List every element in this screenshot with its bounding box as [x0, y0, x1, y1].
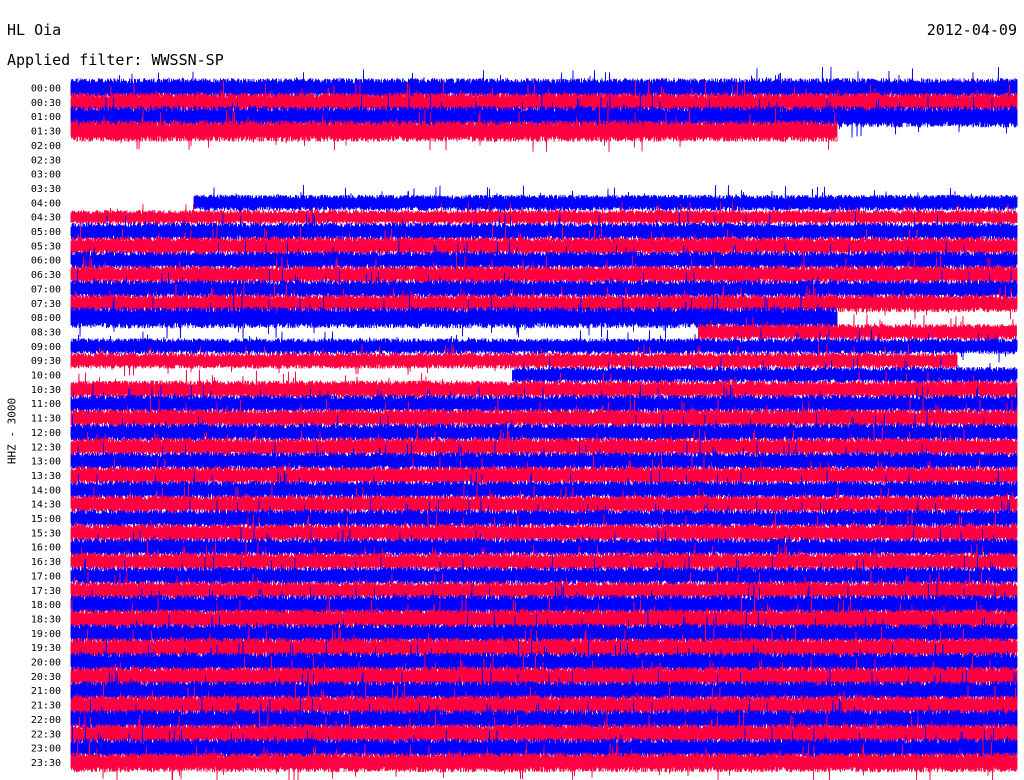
row-label: 02:30 [31, 155, 61, 166]
row-label: 05:30 [31, 241, 61, 252]
row-label: 05:00 [31, 227, 61, 238]
row-label: 13:00 [31, 457, 61, 468]
row-label: 23:30 [31, 758, 61, 769]
row-label: 02:00 [31, 141, 61, 152]
row-label: 06:00 [31, 256, 61, 267]
row-label: 12:00 [31, 428, 61, 439]
row-label: 04:30 [31, 213, 61, 224]
row-label: 21:00 [31, 686, 61, 697]
row-label: 22:30 [31, 729, 61, 740]
row-label: 00:30 [31, 98, 61, 109]
traces [70, 66, 1018, 780]
row-label: 19:30 [31, 643, 61, 654]
row-label: 07:00 [31, 284, 61, 295]
row-label: 10:00 [31, 371, 61, 382]
row-label: 14:00 [31, 485, 61, 496]
row-label: 19:00 [31, 629, 61, 640]
row-label: 01:30 [31, 127, 61, 138]
row-label: 10:30 [31, 385, 61, 396]
row-label: 18:30 [31, 614, 61, 625]
row-label: 17:00 [31, 571, 61, 582]
row-label: 21:30 [31, 701, 61, 712]
row-label: 15:30 [31, 528, 61, 539]
row-label: 08:30 [31, 327, 61, 338]
row-label: 03:00 [31, 170, 61, 181]
row-label: 11:30 [31, 414, 61, 425]
row-label: 23:00 [31, 744, 61, 755]
helicorder-chart: 00:00 00:30 01:00 01:30 02:00 02:30 03:00 03:30… [31, 66, 1018, 780]
row-label: 20:30 [31, 672, 61, 683]
row-label: 00:00 [31, 84, 61, 95]
row-label: 13:30 [31, 471, 61, 482]
row-label: 18:00 [31, 600, 61, 611]
row-label: 11:00 [31, 399, 61, 410]
row-label: 20:00 [31, 658, 61, 669]
row-label: 15:00 [31, 514, 61, 525]
row-label: 16:00 [31, 543, 61, 554]
row-label: 01:00 [31, 112, 61, 123]
row-labels: 00:00 00:30 01:00 01:30 02:00 02:30 03:00 03:30… [31, 84, 61, 769]
row-label: 12:30 [31, 442, 61, 453]
row-label: 06:30 [31, 270, 61, 281]
row-label: 09:30 [31, 356, 61, 367]
row-label: 07:30 [31, 299, 61, 310]
row-label: 08:00 [31, 313, 61, 324]
row-label: 17:30 [31, 586, 61, 597]
row-label: 04:00 [31, 198, 61, 209]
row-label: 22:00 [31, 715, 61, 726]
row-label: 09:00 [31, 342, 61, 353]
row-label: 03:30 [31, 184, 61, 195]
row-label: 14:30 [31, 500, 61, 511]
row-label: 16:30 [31, 557, 61, 568]
